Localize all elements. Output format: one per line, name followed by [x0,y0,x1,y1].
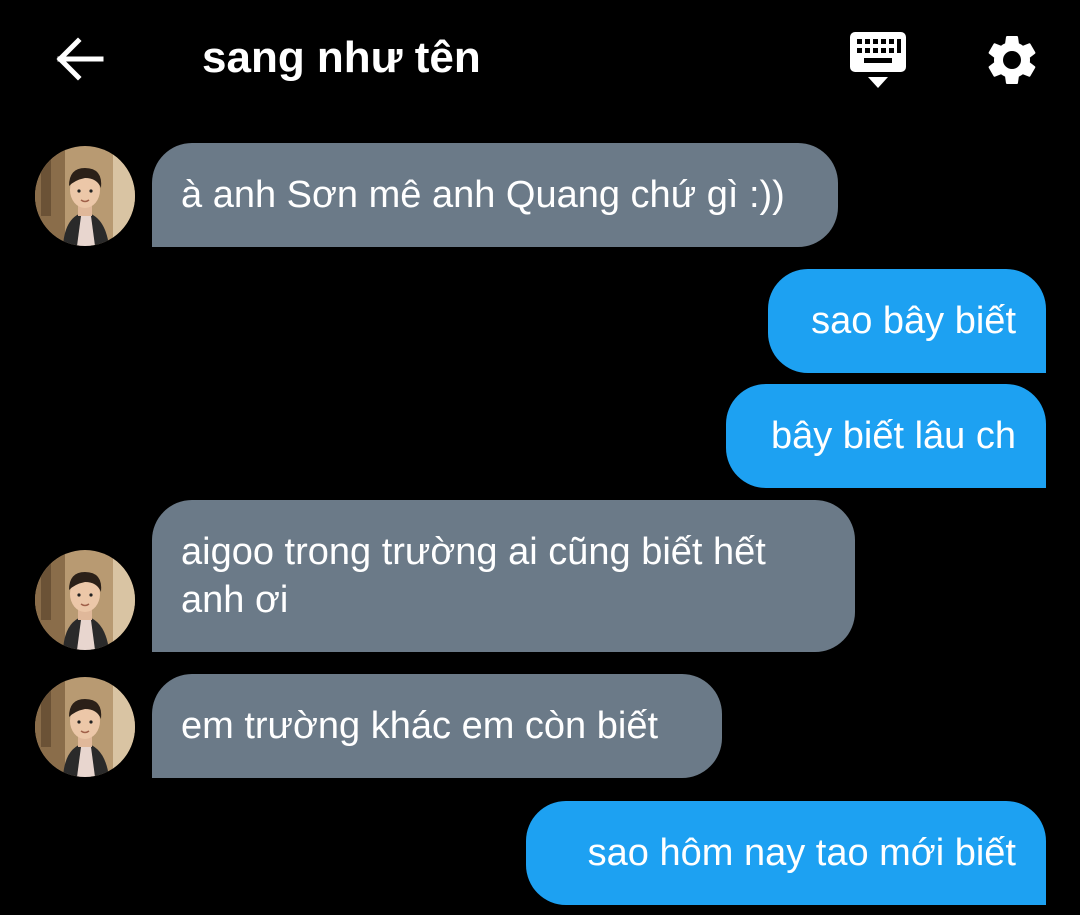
keyboard-icon [850,32,906,88]
message-text-line: aigoo trong trường ai cũng biết hết [181,531,766,573]
message-text: em trường khác em còn biết [181,705,659,747]
message-text: à anh Sơn mê anh Quang chứ gì :)) [181,174,785,216]
message-bubble-incoming[interactable]: à anh Sơn mê anh Quang chứ gì :)) [152,143,838,247]
sender-avatar[interactable] [35,550,135,650]
avatar-image [35,146,135,246]
sender-avatar[interactable] [35,146,135,246]
gear-icon [988,35,1036,84]
chat-title: sang như tên [202,33,481,82]
avatar-image [35,550,135,650]
message-text: sao hôm nay tao mới biết [587,832,1016,874]
message-text-line: anh ơi [181,579,289,621]
message-bubble-outgoing[interactable]: bây biết lâu ch [726,384,1046,488]
message-text: bây biết lâu ch [770,415,1016,457]
message-bubble-outgoing[interactable]: sao hôm nay tao mới biết [526,801,1046,905]
keyboard-button[interactable] [846,30,910,92]
message-text: sao bây biết [811,300,1016,342]
arrow-left-icon [56,37,104,81]
sender-avatar[interactable] [35,677,135,777]
settings-button[interactable] [982,30,1042,90]
back-button[interactable] [50,30,108,88]
message-bubble-incoming[interactable]: aigoo trong trường ai cũng biết hết anh … [152,500,855,652]
chat-header: sang như tên [0,0,1080,118]
avatar-image [35,677,135,777]
message-bubble-incoming[interactable]: em trường khác em còn biết [152,674,722,778]
message-bubble-outgoing[interactable]: sao bây biết [768,269,1046,373]
